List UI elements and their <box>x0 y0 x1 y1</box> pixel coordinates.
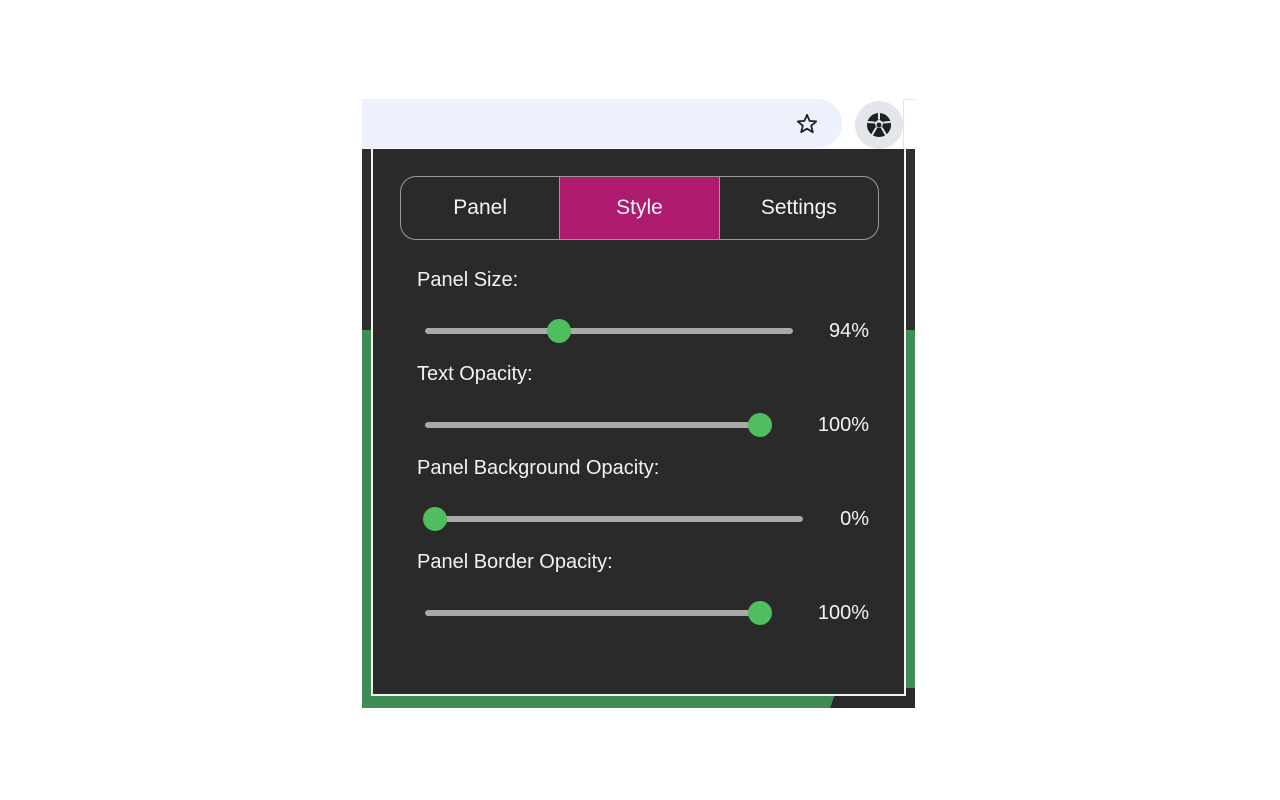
slider-thumb[interactable] <box>423 507 447 531</box>
slider-track[interactable] <box>425 610 770 616</box>
text-opacity-label: Text Opacity: <box>417 363 533 385</box>
panel-background-opacity-slider[interactable]: 0% <box>417 499 869 539</box>
tab-panel[interactable]: Panel <box>401 177 559 239</box>
slider-thumb[interactable] <box>748 601 772 625</box>
slider-thumb[interactable] <box>748 413 772 437</box>
browser-viewport: Panel Style Settings Panel Size: 94% Tex… <box>362 98 915 708</box>
panel-size-setting: Panel Size: 94% <box>417 267 869 351</box>
tab-style[interactable]: Style <box>559 177 719 239</box>
panel-size-label: Panel Size: <box>417 269 519 291</box>
slider-track[interactable] <box>425 422 770 428</box>
extension-popup: Panel Style Settings Panel Size: 94% Tex… <box>371 149 906 696</box>
toolbar-edge <box>903 99 915 149</box>
extension-soccer-ball-button[interactable] <box>855 101 903 149</box>
panel-border-opacity-slider[interactable]: 100% <box>417 593 869 633</box>
panel-border-opacity-setting: Panel Border Opacity: 100% <box>417 549 869 633</box>
panel-background-opacity-label: Panel Background Opacity: <box>417 457 660 479</box>
panel-size-value: 94% <box>828 320 869 342</box>
tab-settings[interactable]: Settings <box>718 177 878 239</box>
slider-thumb[interactable] <box>546 319 571 343</box>
slider-track[interactable] <box>425 328 793 334</box>
text-opacity-slider[interactable]: 100% <box>417 405 869 445</box>
address-bar[interactable] <box>362 99 842 148</box>
panel-background-opacity-value: 0% <box>840 508 869 530</box>
tab-bar: Panel Style Settings <box>400 176 879 240</box>
text-opacity-value: 100% <box>817 414 869 436</box>
panel-size-slider[interactable]: 94% <box>417 311 869 351</box>
slider-track[interactable] <box>425 516 803 522</box>
panel-background-opacity-setting: Panel Background Opacity: 0% <box>417 455 869 539</box>
bookmark-star-icon[interactable] <box>794 111 820 137</box>
soccer-ball-icon <box>867 113 891 137</box>
panel-border-opacity-value: 100% <box>817 602 869 624</box>
text-opacity-setting: Text Opacity: 100% <box>417 361 869 445</box>
panel-border-opacity-label: Panel Border Opacity: <box>417 551 613 573</box>
